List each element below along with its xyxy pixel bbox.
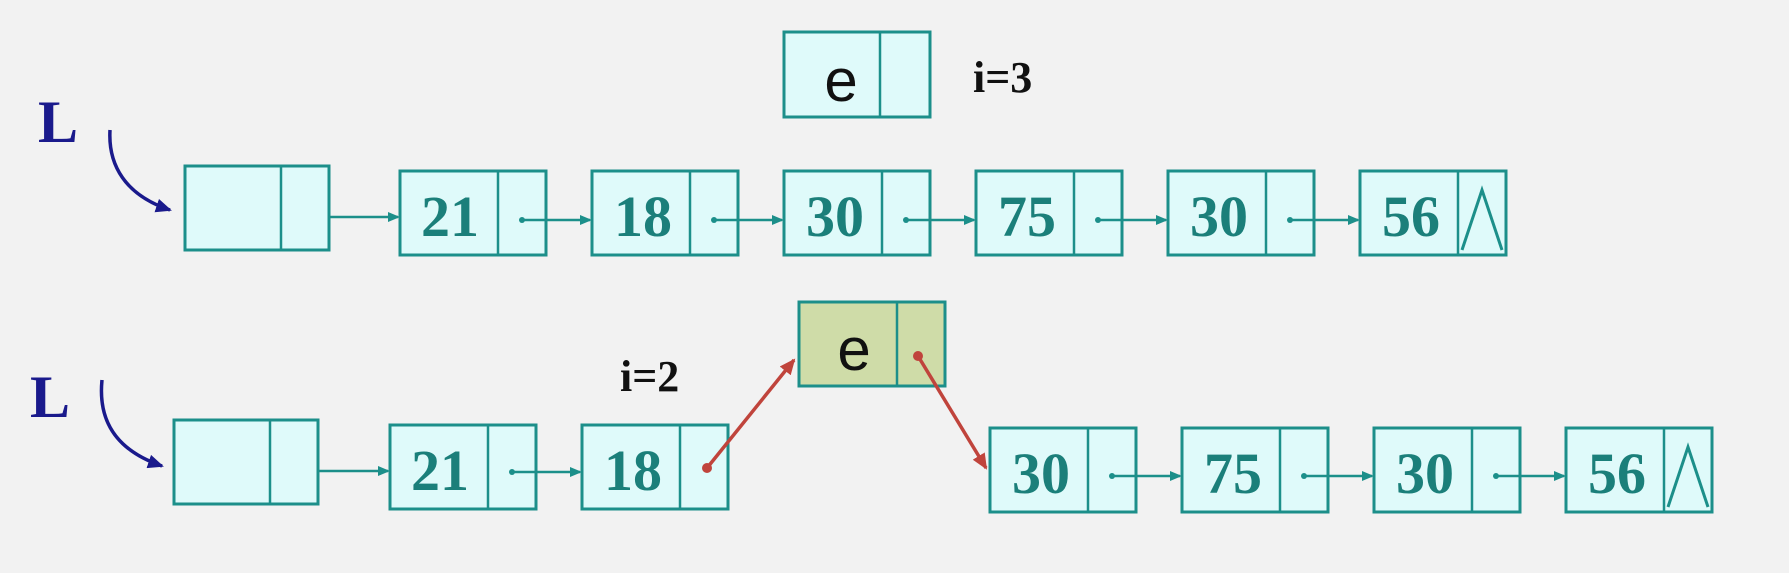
top-index-label: i=3: [973, 53, 1032, 102]
bottom-node-1-value: 21: [411, 438, 469, 503]
bottom-node-3-value: 30: [1012, 441, 1070, 506]
top-new-node: e: [782, 30, 932, 119]
bottom-node-1: 21: [388, 423, 538, 511]
linked-list-insert-diagram: L e i=3 21 18 30 75 30 56 L i=2 21 18 e …: [0, 0, 1789, 573]
insert-link-to-new: [705, 358, 796, 470]
top-head-node-box: [183, 164, 331, 252]
top-node-1: 21: [398, 169, 548, 257]
bottom-node-4-value: 75: [1204, 441, 1262, 506]
top-node-3: 30: [782, 169, 932, 257]
top-node-1-value: 21: [421, 184, 479, 249]
bottom-list: L i=2 21 18 e 30 75 30 56: [30, 300, 1714, 514]
top-node-2-value: 18: [614, 184, 672, 249]
bottom-inserted-node-box: [797, 300, 947, 388]
top-node-2: 18: [590, 169, 740, 257]
bottom-head-pointer-arrow: [99, 379, 164, 469]
top-list: L e i=3 21 18 30 75 30 56: [38, 30, 1508, 257]
bottom-index-label: i=2: [620, 352, 679, 401]
top-node-5: 30: [1166, 169, 1316, 257]
bottom-head-label: L: [30, 364, 70, 430]
top-node-6: 56: [1358, 169, 1508, 257]
bottom-inserted-node-value: e: [837, 316, 870, 383]
bottom-node-6-value: 56: [1588, 441, 1646, 506]
bottom-node-6: 56: [1564, 426, 1714, 514]
bottom-node-2-value: 18: [604, 438, 662, 503]
top-new-node-value: e: [824, 47, 857, 114]
bottom-node-5: 30: [1372, 426, 1522, 514]
top-head-pointer-arrow: [108, 129, 172, 213]
bottom-node-4: 75: [1180, 426, 1330, 514]
insert-link-from-new: [916, 355, 988, 470]
bottom-head-node: [172, 418, 320, 506]
top-node-3-value: 30: [806, 184, 864, 249]
diagram-canvas: L e i=3 21 18 30 75 30 56 L i=2 21 18 e …: [30, 30, 1714, 514]
bottom-head-node-box: [172, 418, 320, 506]
bottom-inserted-node: e: [797, 300, 947, 388]
bottom-node-5-value: 30: [1396, 441, 1454, 506]
top-node-4: 75: [974, 169, 1124, 257]
top-head-label: L: [38, 89, 78, 155]
top-node-5-value: 30: [1190, 184, 1248, 249]
bottom-node-3: 30: [988, 426, 1138, 514]
top-node-6-value: 56: [1382, 184, 1440, 249]
top-node-4-value: 75: [998, 184, 1056, 249]
top-head-node: [183, 164, 331, 252]
